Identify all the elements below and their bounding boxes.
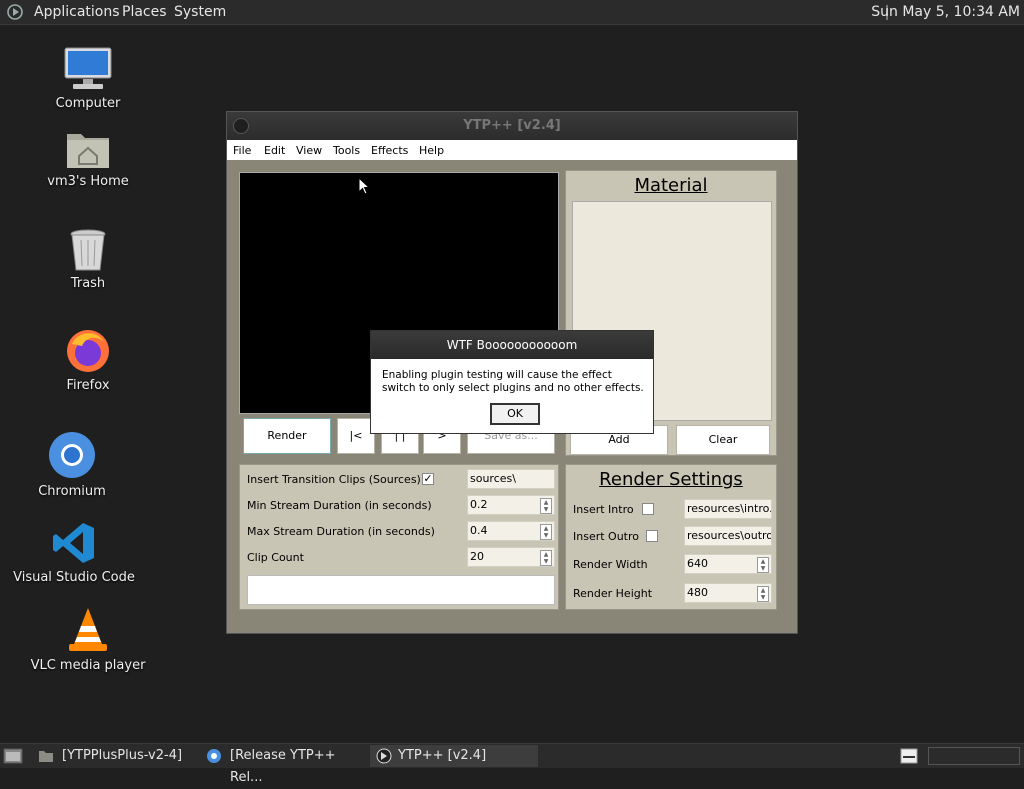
task-file-manager[interactable]: [YTPPlusPlus-v2-4] [30,745,190,767]
desktop-icon-home[interactable]: vm3's Home [23,128,153,189]
desktop-icon-label: Computer [55,96,121,111]
computer-icon [64,47,112,89]
max-stream-spinbox[interactable]: 0.4 ▲ ▼ [467,521,555,541]
menu-view[interactable]: View [296,144,322,157]
trash-icon [70,229,106,271]
min-stream-label: Min Stream Duration (in seconds) [247,499,432,512]
status-text-area[interactable] [247,575,555,605]
top-panel: Applications Places System Sun May 5, 10… [0,0,1024,25]
spinner-arrows-icon[interactable]: ▲ ▼ [540,550,552,566]
task-browser[interactable]: [Release YTP++ Rel... [198,745,366,785]
clock[interactable]: Sun May 5, 10:34 AM [871,4,1020,20]
insert-outro-checkbox[interactable] [646,530,658,542]
render-width-value: 640 [687,557,708,570]
menu-system[interactable]: System [174,4,226,20]
sources-path-field[interactable]: sources\ [467,469,555,489]
menu-file[interactable]: File [233,144,251,157]
render-height-value: 480 [687,586,708,599]
render-settings-title: Render Settings [599,469,743,490]
menu-tools[interactable]: Tools [333,144,360,157]
render-height-spinbox[interactable]: 480 ▲ ▼ [684,583,772,603]
desktop-icon-firefox[interactable]: Firefox [23,326,153,393]
dialog-title[interactable]: WTF Booooooooooom [371,331,653,359]
clear-material-button[interactable]: Clear [676,425,770,455]
min-stream-value: 0.2 [470,498,488,511]
task-ytp[interactable]: YTP++ [v2.4] [370,745,538,767]
desktop-icon-label: Chromium [38,484,106,499]
desktop-icon-label: Visual Studio Code [13,570,135,585]
render-settings-panel: Render Settings Insert Intro resources\i… [565,464,777,610]
window-menu-button[interactable] [233,118,249,134]
window-titlebar[interactable]: YTP++ [v2.4] [227,112,797,140]
folder-icon [39,751,53,762]
dialog-message-line: switch to only select plugins and no oth… [382,382,644,394]
alert-dialog: WTF Booooooooooom Enabling plugin testin… [370,330,654,434]
task-label: [Release YTP++ Rel... [230,748,336,785]
desktop-icon-label: Trash [70,276,106,291]
desktop-icon-label: Firefox [66,378,110,393]
chromium-icon [49,432,95,478]
insert-intro-label: Insert Intro [573,503,634,516]
chromium-icon [207,749,221,763]
max-stream-label: Max Stream Duration (in seconds) [247,525,435,538]
desktop-icon-vlc[interactable]: VLC media player [23,606,153,673]
dialog-message: Enabling plugin testing will cause the e… [382,369,644,395]
insert-transition-label: Insert Transition Clips (Sources) [247,473,421,486]
min-stream-spinbox[interactable]: 0.2 ▲ ▼ [467,495,555,515]
desktop-icon-trash[interactable]: Trash [23,228,153,291]
vscode-icon [53,523,94,563]
menu-places[interactable]: Places [122,4,167,20]
desktop-icon-computer[interactable]: Computer [23,46,153,111]
vlc-icon [69,608,107,651]
insert-intro-checkbox[interactable] [642,503,654,515]
menubar: File Edit View Tools Effects Help [227,140,797,160]
menu-edit[interactable]: Edit [264,144,285,157]
clip-count-spinbox[interactable]: 20 ▲ ▼ [467,547,555,567]
insert-transition-checkbox[interactable]: ✓ [422,473,434,485]
spinner-arrows-icon[interactable]: ▲ ▼ [757,586,769,602]
desktop-icon-chromium[interactable]: Chromium [7,430,137,499]
menu-applications[interactable]: Applications [34,4,120,20]
menu-help[interactable]: Help [419,144,444,157]
mouse-cursor-icon [358,177,370,195]
home-folder-icon [67,134,109,168]
render-button[interactable]: Render [243,418,331,454]
task-label: [YTPPlusPlus-v2-4] [62,748,183,763]
outro-path-field[interactable]: resources\outro.mp4 [684,526,772,546]
ok-button[interactable]: OK [490,403,540,425]
spinner-arrows-icon[interactable]: ▲ ▼ [757,557,769,573]
material-title: Material [634,175,708,196]
max-stream-value: 0.4 [470,524,488,537]
show-desktop-icon[interactable] [3,748,23,764]
menu-effects[interactable]: Effects [371,144,408,157]
ytp-app-icon [376,748,392,764]
distro-logo-icon[interactable] [6,3,26,21]
workspace-switcher-icon[interactable] [900,748,918,764]
intro-path-field[interactable]: resources\intro.mp4 [684,499,772,519]
desktop-icon-label: VLC media player [30,658,146,673]
clip-count-label: Clip Count [247,551,304,564]
taskbar: [YTPPlusPlus-v2-4] [Release YTP++ Rel...… [0,743,1024,785]
clip-count-value: 20 [470,550,484,563]
workspace-pager[interactable] [928,747,1020,765]
render-width-spinbox[interactable]: 640 ▲ ▼ [684,554,772,574]
render-width-label: Render Width [573,558,648,571]
firefox-icon [67,330,109,372]
spinner-arrows-icon[interactable]: ▲ ▼ [540,524,552,540]
desktop-icon-label: vm3's Home [47,174,129,189]
spinner-arrows-icon[interactable]: ▲ ▼ [540,498,552,514]
desktop-icon-vscode[interactable]: Visual Studio Code [9,520,139,585]
insert-outro-label: Insert Outro [573,530,639,543]
render-height-label: Render Height [573,587,653,600]
window-title: YTP++ [v2.4] [463,118,561,133]
task-label: YTP++ [v2.4] [398,748,487,763]
settings-panel: Insert Transition Clips (Sources) ✓ sour… [239,464,559,610]
dialog-message-line: Enabling plugin testing will cause the e… [382,369,612,381]
